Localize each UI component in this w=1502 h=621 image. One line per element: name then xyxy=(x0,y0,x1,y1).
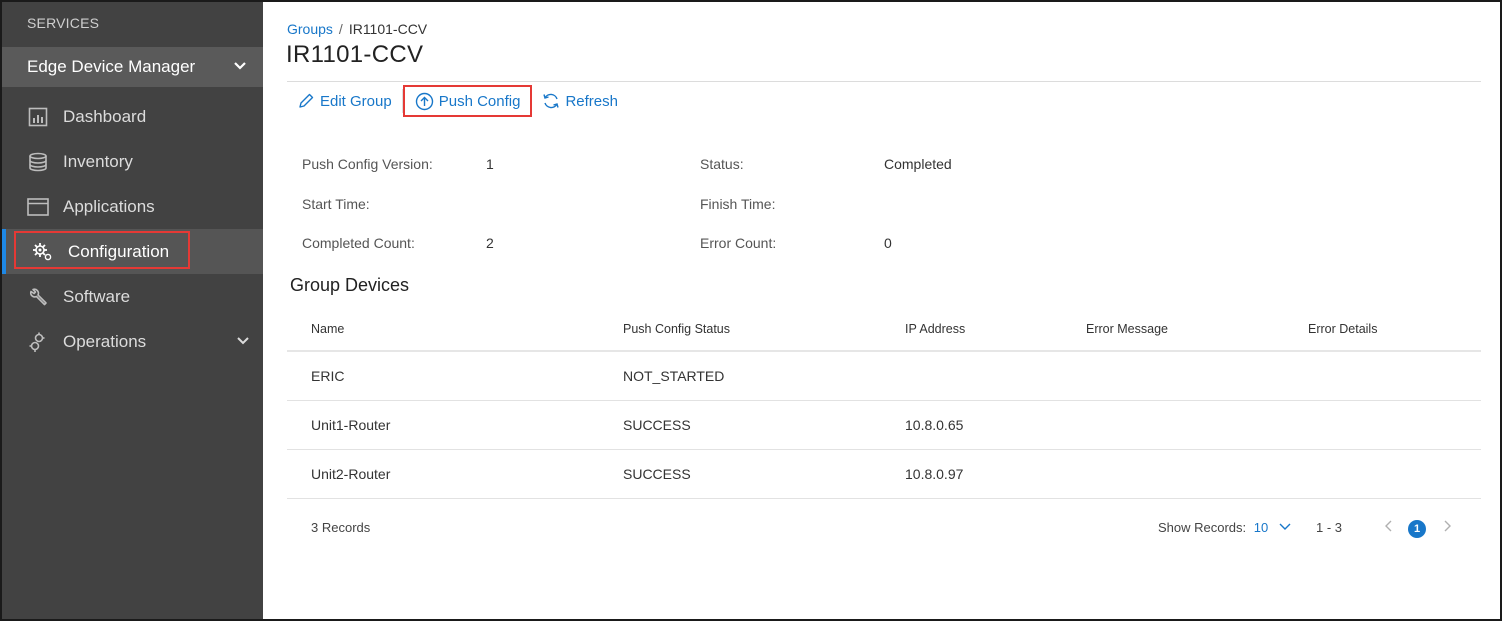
push-config-label: Push Config xyxy=(438,92,521,110)
sidebar: SERVICES Edge Device Manager Dashboard I… xyxy=(2,2,263,619)
completed-count-label: Completed Count: xyxy=(302,235,415,251)
sidebar-item-configuration[interactable]: Configuration xyxy=(2,229,263,274)
error-count-label: Error Count: xyxy=(700,235,777,251)
services-label: SERVICES xyxy=(27,15,100,31)
cell-status: SUCCESS xyxy=(623,417,691,433)
sidebar-item-applications[interactable]: Applications xyxy=(2,184,263,229)
database-icon xyxy=(27,151,49,173)
sidebar-item-label: Dashboard xyxy=(63,106,147,126)
upload-circle-icon xyxy=(415,92,433,110)
records-range: 1 - 3 xyxy=(1316,520,1343,535)
breadcrumb-separator: / xyxy=(338,21,343,37)
status-label: Status: xyxy=(700,156,744,172)
cell-status: NOT_STARTED xyxy=(623,368,725,384)
group-devices-table: Name Push Config Status IP Address Error… xyxy=(287,310,1481,499)
column-header-ip-address[interactable]: IP Address xyxy=(905,322,965,336)
chevron-down-icon[interactable] xyxy=(235,333,251,349)
sidebar-item-label: Inventory xyxy=(63,151,133,171)
page-number-current[interactable]: 1 xyxy=(1408,520,1426,538)
cell-name: ERIC xyxy=(311,368,345,384)
refresh-label: Refresh xyxy=(565,92,618,110)
sidebar-item-label: Software xyxy=(63,286,131,306)
cell-status: SUCCESS xyxy=(623,466,691,482)
show-records: Show Records: 10 xyxy=(1158,520,1292,535)
main-content: Groups / IR1101-CCV IR1101-CCV Edit Group … xyxy=(263,2,1500,619)
status-value: Completed xyxy=(884,156,952,172)
sidebar-item-dashboard[interactable]: Dashboard xyxy=(2,94,263,139)
cell-name: Unit2-Router xyxy=(311,466,391,482)
push-config-version-label: Push Config Version: xyxy=(302,156,433,172)
breadcrumb: Groups / IR1101-CCV xyxy=(287,21,427,37)
wrench-icon xyxy=(27,286,49,308)
sidebar-item-inventory[interactable]: Inventory xyxy=(2,139,263,184)
chevron-down-icon[interactable] xyxy=(1278,522,1292,532)
sidebar-item-software[interactable]: Software xyxy=(2,274,263,319)
chevron-down-icon xyxy=(234,62,246,70)
table-row[interactable]: ERIC NOT_STARTED xyxy=(287,352,1481,401)
column-header-error-message[interactable]: Error Message xyxy=(1086,322,1168,336)
records-count: 3 Records xyxy=(311,520,371,535)
chevron-left-icon[interactable] xyxy=(1383,518,1395,534)
highlight-box xyxy=(14,231,190,269)
sidebar-item-label: Applications xyxy=(63,196,155,216)
completed-count-value: 2 xyxy=(486,235,494,251)
edit-group-label: Edit Group xyxy=(320,92,392,110)
refresh-icon xyxy=(543,93,560,109)
table-header: Name Push Config Status IP Address Error… xyxy=(287,310,1481,352)
sidebar-item-label: Operations xyxy=(63,331,147,351)
cogs-icon xyxy=(27,331,49,353)
breadcrumb-current: IR1101-CCV xyxy=(348,21,428,37)
divider xyxy=(287,81,1481,82)
show-records-label: Show Records: xyxy=(1158,520,1247,535)
error-count-value: 0 xyxy=(884,235,892,251)
dashboard-icon xyxy=(27,106,49,128)
page-title: IR1101-CCV xyxy=(286,41,424,68)
sidebar-item-operations[interactable]: Operations xyxy=(2,319,263,364)
cell-name: Unit1-Router xyxy=(311,417,391,433)
pencil-icon xyxy=(299,93,314,108)
table-footer: 3 Records Show Records: 10 1 - 3 1 xyxy=(287,512,1481,542)
cell-ip: 10.8.0.97 xyxy=(905,466,964,482)
active-indicator xyxy=(2,229,6,274)
column-header-name[interactable]: Name xyxy=(311,322,344,336)
column-header-push-config-status[interactable]: Push Config Status xyxy=(623,322,730,336)
refresh-button[interactable]: Refresh xyxy=(532,85,628,117)
action-bar: Edit Group Push Config Refresh xyxy=(287,84,628,118)
window-icon xyxy=(27,196,49,218)
column-header-error-details[interactable]: Error Details xyxy=(1308,322,1377,336)
push-config-version-value: 1 xyxy=(486,156,494,172)
edit-group-button[interactable]: Edit Group xyxy=(287,85,402,117)
push-config-button[interactable]: Push Config xyxy=(402,85,533,117)
chevron-right-icon[interactable] xyxy=(1441,518,1453,534)
group-devices-title: Group Devices xyxy=(290,275,410,295)
cell-ip: 10.8.0.65 xyxy=(905,417,964,433)
app-name: Edge Device Manager xyxy=(27,57,196,76)
table-row[interactable]: Unit2-Router SUCCESS 10.8.0.97 xyxy=(287,450,1481,499)
table-row[interactable]: Unit1-Router SUCCESS 10.8.0.65 xyxy=(287,401,1481,450)
finish-time-label: Finish Time: xyxy=(700,196,776,212)
app-selector[interactable]: Edge Device Manager xyxy=(2,47,263,87)
breadcrumb-groups-link[interactable]: Groups xyxy=(287,21,333,37)
show-records-select[interactable]: 10 xyxy=(1254,520,1268,535)
start-time-label: Start Time: xyxy=(302,196,370,212)
